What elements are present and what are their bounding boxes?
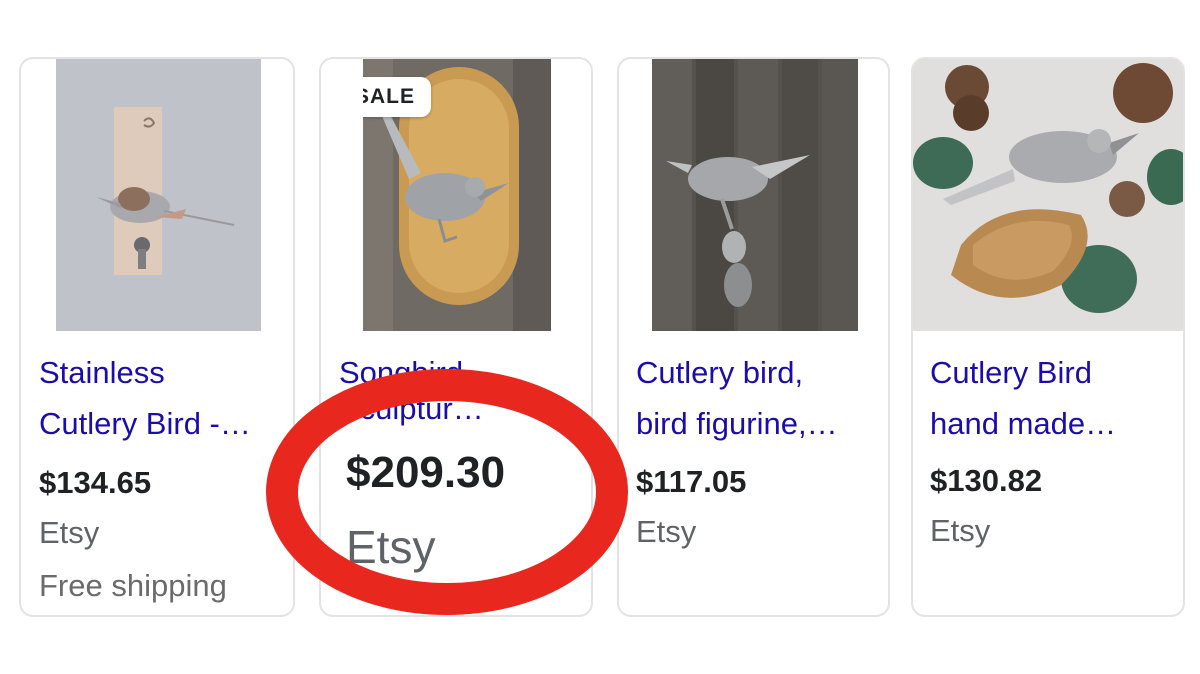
product-price: $134.65	[39, 465, 152, 500]
highlighted-price: $209.30	[346, 448, 506, 497]
product-image-2[interactable]: SALE	[363, 59, 551, 331]
product-image-4[interactable]	[913, 59, 1183, 331]
product-card-4[interactable]: Cutlery Bird hand made… $130.82 Etsy	[911, 57, 1185, 617]
product-title-line1[interactable]: Cutlery Bird	[930, 347, 1092, 398]
product-image-3[interactable]	[652, 59, 858, 331]
product-store: Etsy	[39, 515, 100, 550]
sale-badge: SALE	[363, 77, 432, 117]
product-title-line2[interactable]: hand made…	[930, 398, 1116, 449]
product-title-line2[interactable]: Cutlery Bird -…	[39, 398, 251, 449]
product-title-line2[interactable]: Sculptur…	[339, 383, 484, 434]
product-price: $117.05	[636, 464, 747, 499]
product-store: Etsy	[636, 514, 697, 549]
product-card-3[interactable]: Cutlery bird, bird figurine,… $117.05 Et…	[617, 57, 890, 617]
product-title-line1[interactable]: Stainless	[39, 347, 165, 398]
product-image-1[interactable]	[56, 59, 261, 331]
highlighted-store: Etsy	[346, 521, 436, 573]
shipping-label: Free shipping	[39, 568, 227, 603]
product-price: $130.82	[930, 463, 1043, 498]
product-title-line1[interactable]: Cutlery bird,	[636, 347, 803, 398]
product-title-line2[interactable]: bird figurine,…	[636, 398, 838, 449]
product-card-1[interactable]: Stainless Cutlery Bird -… $134.65 Etsy F…	[19, 57, 295, 617]
product-store: Etsy	[930, 513, 991, 548]
